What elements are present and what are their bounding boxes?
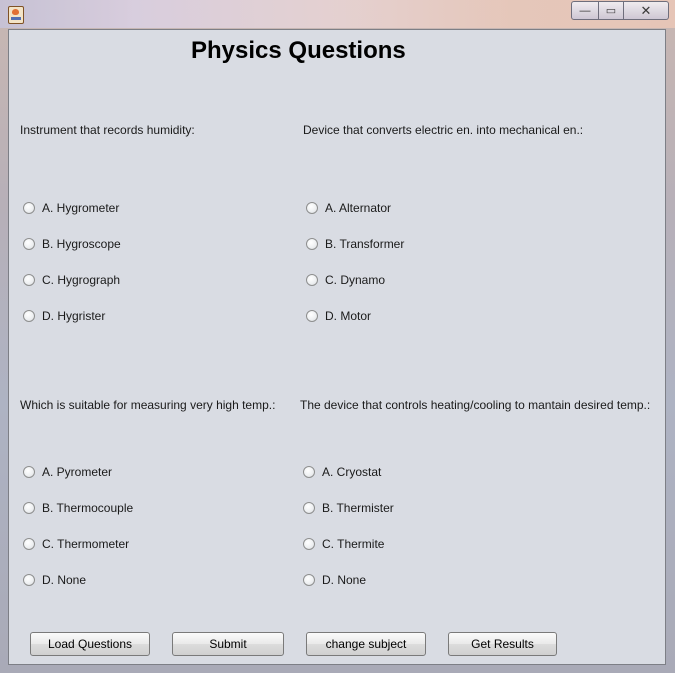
option-label: A. Pyrometer bbox=[42, 465, 113, 479]
option-label: B. Hygroscope bbox=[42, 237, 121, 251]
window-controls: — ▭ ✕ bbox=[571, 1, 669, 20]
question-4-text: The device that controls heating/cooling… bbox=[300, 398, 651, 412]
radio-button[interactable] bbox=[23, 466, 35, 478]
option-label: B. Thermister bbox=[322, 501, 394, 515]
page-title: Physics Questions bbox=[191, 37, 406, 64]
option-label: C. Dynamo bbox=[325, 273, 386, 287]
option-label: D. None bbox=[42, 573, 87, 587]
q2-option-b[interactable]: B. Transformer bbox=[306, 235, 404, 253]
q3-option-c[interactable]: C. Thermometer bbox=[23, 535, 129, 553]
q1-option-a[interactable]: A. Hygrometer bbox=[23, 199, 119, 217]
get-results-button[interactable]: Get Results bbox=[448, 632, 557, 656]
option-label: B. Transformer bbox=[325, 237, 405, 251]
q1-option-c[interactable]: C. Hygrograph bbox=[23, 271, 120, 289]
radio-button[interactable] bbox=[306, 202, 318, 214]
q2-option-d[interactable]: D. Motor bbox=[306, 307, 371, 325]
option-label: A. Hygrometer bbox=[42, 201, 120, 215]
q1-option-d[interactable]: D. Hygrister bbox=[23, 307, 105, 325]
q3-option-a[interactable]: A. Pyrometer bbox=[23, 463, 112, 481]
q3-option-b[interactable]: B. Thermocouple bbox=[23, 499, 133, 517]
option-label: C. Hygrograph bbox=[42, 273, 121, 287]
radio-button[interactable] bbox=[306, 274, 318, 286]
app-window: — ▭ ✕ Physics Questions Instrument that … bbox=[0, 0, 675, 673]
option-label: A. Cryostat bbox=[322, 465, 382, 479]
java-app-icon[interactable] bbox=[8, 6, 24, 24]
q4-option-c[interactable]: C. Thermite bbox=[303, 535, 384, 553]
radio-button[interactable] bbox=[23, 238, 35, 250]
title-bar[interactable]: — ▭ ✕ bbox=[0, 0, 675, 28]
submit-button[interactable]: Submit bbox=[172, 632, 284, 656]
radio-button[interactable] bbox=[303, 466, 315, 478]
content-panel: Physics Questions Instrument that record… bbox=[8, 29, 666, 665]
change-subject-button[interactable]: change subject bbox=[306, 632, 426, 656]
maximize-button[interactable]: ▭ bbox=[599, 1, 624, 20]
question-2-text: Device that converts electric en. into m… bbox=[303, 123, 584, 137]
radio-button[interactable] bbox=[23, 502, 35, 514]
load-questions-button[interactable]: Load Questions bbox=[30, 632, 150, 656]
question-3-text: Which is suitable for measuring very hig… bbox=[20, 398, 276, 412]
radio-button[interactable] bbox=[306, 310, 318, 322]
q2-option-c[interactable]: C. Dynamo bbox=[306, 271, 385, 289]
option-label: D. Hygrister bbox=[42, 309, 106, 323]
question-1-text: Instrument that records humidity: bbox=[20, 123, 195, 137]
radio-button[interactable] bbox=[303, 574, 315, 586]
q4-option-a[interactable]: A. Cryostat bbox=[303, 463, 381, 481]
q1-option-b[interactable]: B. Hygroscope bbox=[23, 235, 121, 253]
radio-button[interactable] bbox=[23, 274, 35, 286]
radio-button[interactable] bbox=[23, 574, 35, 586]
radio-button[interactable] bbox=[306, 238, 318, 250]
option-label: D. None bbox=[322, 573, 367, 587]
q2-option-a[interactable]: A. Alternator bbox=[306, 199, 391, 217]
q4-option-b[interactable]: B. Thermister bbox=[303, 499, 394, 517]
q4-option-d[interactable]: D. None bbox=[303, 571, 366, 589]
q3-option-d[interactable]: D. None bbox=[23, 571, 86, 589]
radio-button[interactable] bbox=[23, 202, 35, 214]
option-label: C. Thermite bbox=[322, 537, 385, 551]
option-label: D. Motor bbox=[325, 309, 372, 323]
radio-button[interactable] bbox=[303, 502, 315, 514]
minimize-button[interactable]: — bbox=[571, 1, 599, 20]
radio-button[interactable] bbox=[23, 310, 35, 322]
radio-button[interactable] bbox=[23, 538, 35, 550]
option-label: B. Thermocouple bbox=[42, 501, 134, 515]
option-label: A. Alternator bbox=[325, 201, 392, 215]
close-button[interactable]: ✕ bbox=[624, 1, 669, 20]
option-label: C. Thermometer bbox=[42, 537, 130, 551]
radio-button[interactable] bbox=[303, 538, 315, 550]
